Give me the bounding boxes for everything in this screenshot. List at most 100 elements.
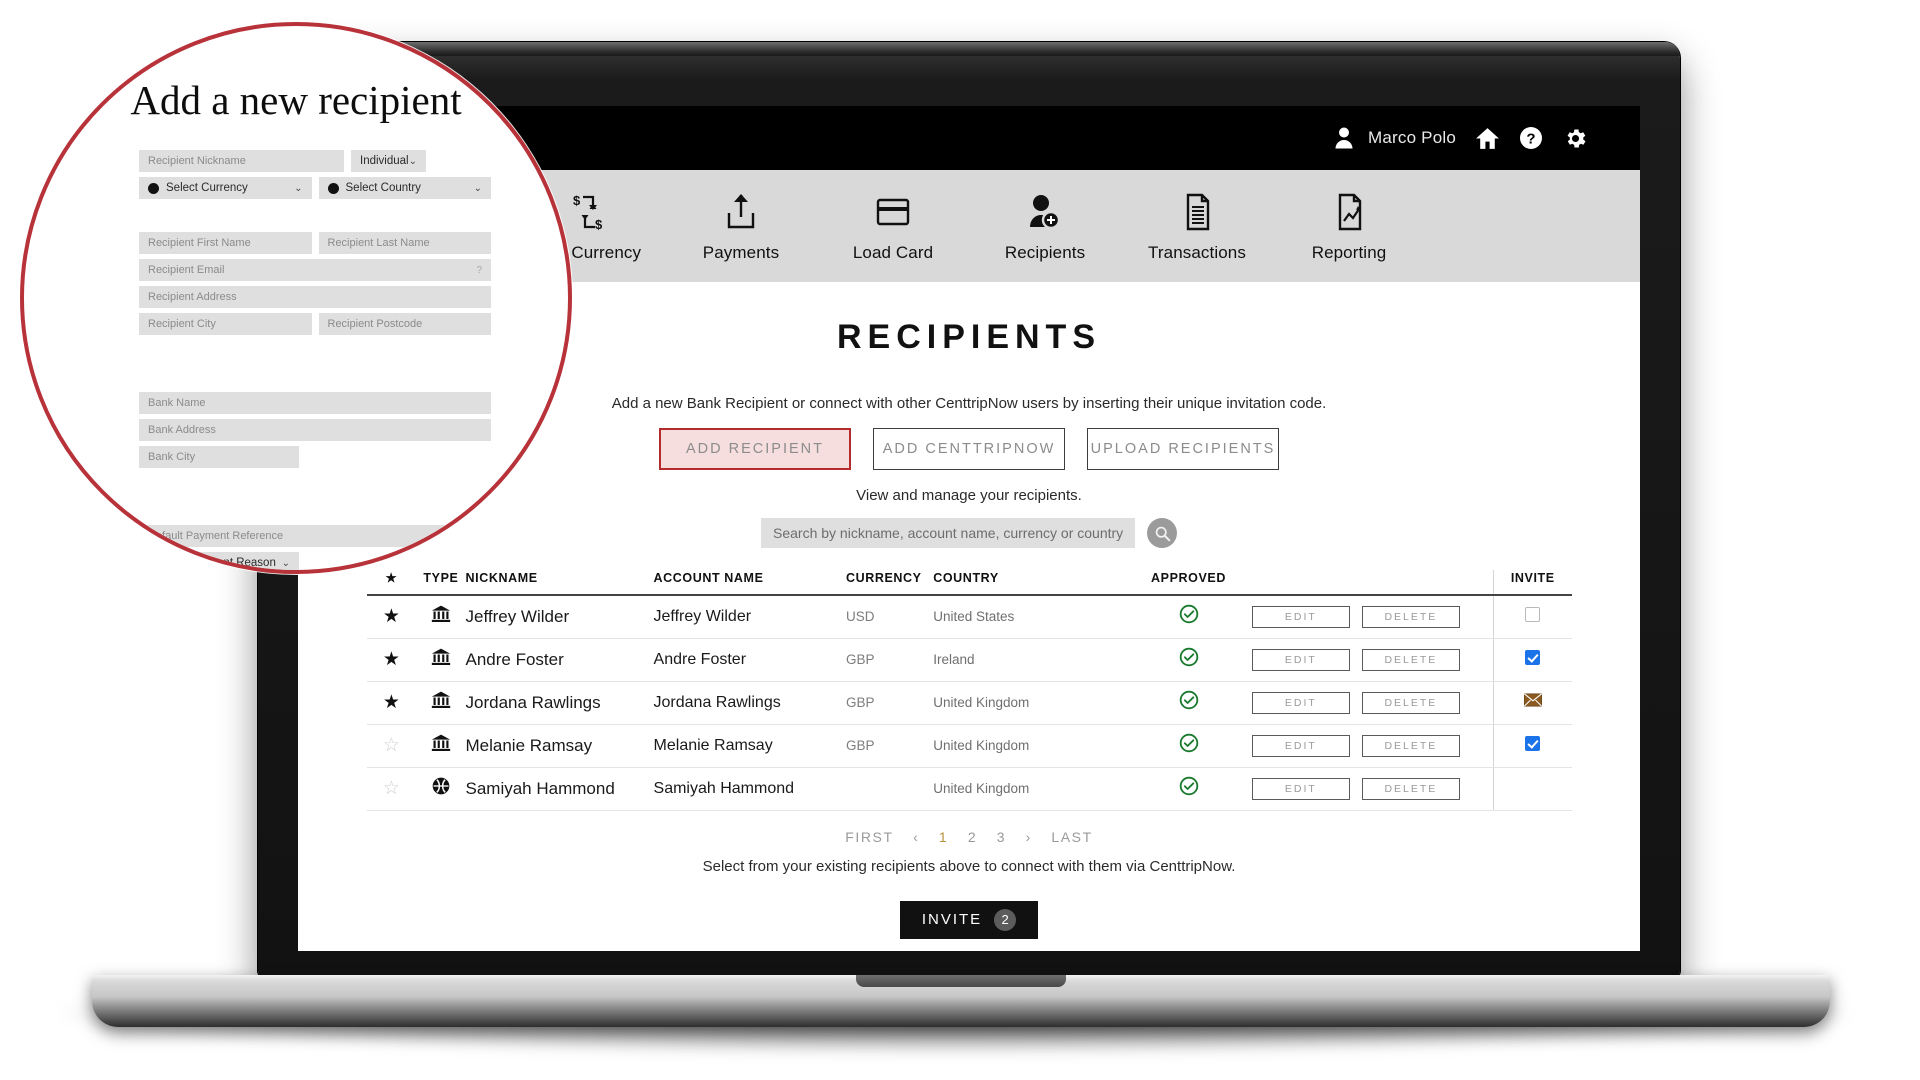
page-last[interactable]: LAST [1051,829,1092,845]
nickname-cell: Samiyah Hammond [465,767,654,811]
invite-button[interactable]: INVITE 2 [899,900,1039,939]
recipients-table: ★ TYPE NICKNAME ACCOUNT NAME CURRENCY CO… [366,570,1572,811]
add-centtripnow-button[interactable]: ADD CENTTRIPNOW [873,428,1065,470]
screenshot-stage: Marco Polo ? $ $ Buy Currency Payments L… [0,0,1920,1080]
col-actions [1252,570,1494,595]
recipient-last-name-input[interactable]: Recipient Last Name [318,232,491,254]
home-icon[interactable] [1474,125,1500,151]
svg-text:$: $ [573,193,581,208]
invite-checkbox[interactable] [1525,735,1541,751]
svg-text:$: $ [595,217,603,232]
approved-cell [1125,638,1252,682]
delete-button[interactable]: DELETE [1361,605,1460,628]
select-currency-dropdown[interactable]: Select Currency ⌄ [139,177,312,199]
form-row-name: Recipient First Name Recipient Last Name [139,232,491,254]
recipient-email-input[interactable]: Recipient Email ? [139,259,491,281]
bank-address-input[interactable]: Bank Address [139,419,491,441]
search-button[interactable] [1147,518,1177,548]
upload-icon [724,189,758,233]
user-account[interactable]: Marco Polo [1331,125,1456,151]
edit-button[interactable]: EDIT [1251,648,1350,671]
page-prev[interactable]: ‹ [913,829,919,845]
upload-recipients-button[interactable]: UPLOAD RECIPIENTS [1087,428,1279,470]
nav-item-reporting[interactable]: Reporting [1273,189,1425,263]
favorite-star-cell[interactable]: ★ [366,638,417,682]
help-question-icon[interactable]: ? [476,265,482,276]
invite-checkbox[interactable] [1525,649,1541,665]
favorite-star-cell[interactable]: ☆ [366,767,417,811]
nav-item-transactions[interactable]: Transactions [1121,189,1273,263]
account-name-cell: Jeffrey Wilder [653,595,846,639]
chevron-down-icon: ⌄ [473,182,482,194]
laptop-base [92,975,1830,1027]
edit-button[interactable]: EDIT [1251,734,1350,757]
nickname-cell: Andre Foster [465,638,654,682]
approved-cell [1125,681,1252,725]
edit-button[interactable]: EDIT [1251,691,1350,714]
settings-gear-icon[interactable] [1562,125,1588,151]
country-flag-placeholder-icon [327,182,339,194]
invite-cell[interactable] [1493,638,1572,682]
invite-cell[interactable] [1493,681,1572,725]
bank-name-input[interactable]: Bank Name [139,392,491,414]
approved-check-icon [1179,733,1199,757]
invite-cell[interactable] [1493,767,1572,811]
form-row-address: Recipient Address [139,286,491,308]
select-country-dropdown[interactable]: Select Country ⌄ [318,177,491,199]
edit-button[interactable]: EDIT [1251,605,1350,628]
star-filled-icon[interactable]: ★ [383,692,400,713]
nav-label: Transactions [1148,243,1246,262]
col-nickname: NICKNAME [465,571,538,585]
invite-checkbox[interactable] [1525,606,1541,622]
form-spacer [139,368,491,392]
page-1[interactable]: 1 [939,829,948,845]
default-payment-reason-select[interactable]: Default Payment Reason ⌄ [139,552,299,570]
search-input[interactable] [761,518,1135,548]
page-2[interactable]: 2 [968,829,977,845]
favorite-star-cell[interactable]: ★ [366,681,417,725]
table-row: ★ Jeffrey Wilder Jeffrey Wilder USD United S… [366,595,1572,639]
recipient-nickname-input[interactable]: Recipient Nickname [139,150,344,172]
default-payment-reference-input[interactable]: Default Payment Reference [139,525,491,547]
col-country: COUNTRY [933,571,999,585]
nickname-cell: Jeffrey Wilder [465,595,654,639]
favorite-star-cell[interactable]: ★ [366,595,417,639]
bank-city-input[interactable]: Bank City [139,446,299,468]
currency-cell: GBP [845,638,934,682]
recipient-type-cell [416,724,466,768]
nav-item-load-card[interactable]: Load Card [817,189,969,263]
add-recipient-title: Add a new recipient [130,77,462,123]
delete-button[interactable]: DELETE [1361,734,1460,757]
delete-button[interactable]: DELETE [1361,691,1460,714]
add-recipient-button[interactable]: ADD RECIPIENT [659,428,851,470]
edit-button[interactable]: EDIT [1251,777,1350,800]
star-outline-icon[interactable]: ☆ [383,735,400,756]
star-filled-icon[interactable]: ★ [383,606,400,627]
invite-cell[interactable] [1493,724,1572,768]
help-icon[interactable]: ? [1518,125,1544,151]
recipient-type-cell [416,681,466,725]
recipient-city-input[interactable]: Recipient City [139,313,312,335]
page-3[interactable]: 3 [997,829,1006,845]
delete-button[interactable]: DELETE [1361,648,1460,671]
nav-item-payments[interactable]: Payments [665,189,817,263]
entity-type-select[interactable]: Individual ⌄ [351,150,426,172]
recipient-first-name-input[interactable]: Recipient First Name [139,232,312,254]
page-first[interactable]: FIRST [845,829,893,845]
table-row: ★ Jordana Rawlings Jordana Rawlings GBP Unit… [366,681,1572,725]
star-filled-icon[interactable]: ★ [383,649,400,670]
page-next[interactable]: › [1026,829,1032,845]
favorite-star-cell[interactable]: ☆ [366,724,417,768]
recipient-type-cell [416,595,466,639]
currency-cell: GBP [845,681,934,725]
recipient-address-input[interactable]: Recipient Address [139,286,491,308]
footer-note: Select from your existing recipients abo… [702,857,1236,875]
form-row-bank-city: Bank City [139,446,491,468]
recipient-postcode-input[interactable]: Recipient Postcode [318,313,491,335]
invite-cell[interactable] [1493,595,1572,639]
row-actions-cell: EDIT DELETE [1251,724,1494,768]
country-cell: United Kingdom [933,724,1126,768]
delete-button[interactable]: DELETE [1361,777,1460,800]
nav-item-recipients[interactable]: Recipients [969,189,1121,263]
star-outline-icon[interactable]: ☆ [383,778,400,799]
